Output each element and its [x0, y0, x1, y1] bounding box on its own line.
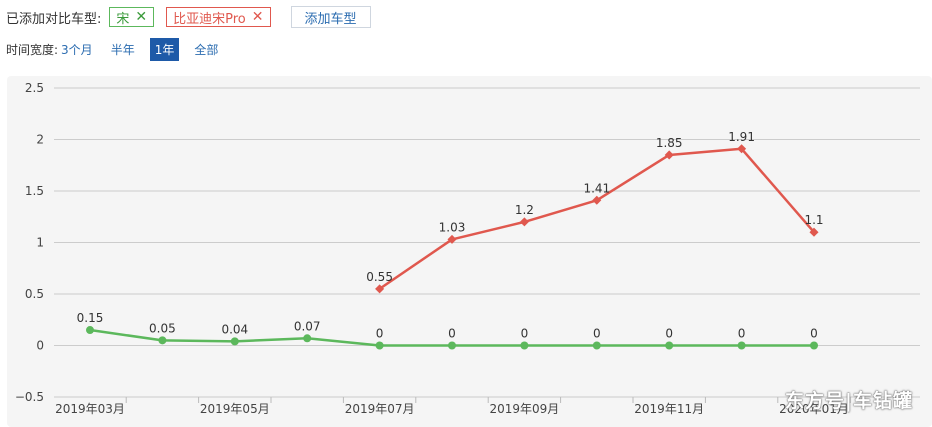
- data-label: 0: [448, 327, 456, 341]
- data-label: 1.03: [439, 220, 466, 234]
- y-tick-label: −0.5: [15, 390, 44, 404]
- y-tick-label: 2: [36, 133, 44, 147]
- x-tick-label: 2019年05月: [200, 402, 270, 416]
- line-chart: 2.5 2 1.5 1 0.5 0 −0.5 2019年03月 2019年05月 2019年07月…: [15, 81, 920, 416]
- data-label: 0: [593, 327, 601, 341]
- data-point: [665, 341, 674, 350]
- data-point: [230, 337, 239, 346]
- data-label: 0.55: [366, 270, 393, 284]
- data-point: [375, 341, 384, 350]
- data-label: 1.41: [583, 181, 610, 195]
- y-tick-label: 2.5: [25, 81, 44, 95]
- data-point: [592, 341, 601, 350]
- data-label: 1.91: [728, 130, 755, 144]
- data-point: [519, 217, 529, 227]
- data-label: 0: [665, 327, 673, 341]
- y-tick-label: 1: [36, 236, 44, 250]
- data-point: [303, 334, 312, 343]
- data-label: 0: [810, 327, 818, 341]
- data-point: [810, 341, 818, 350]
- data-label: 0: [521, 327, 529, 341]
- data-label: 0.07: [294, 319, 321, 333]
- data-label: 1.85: [656, 136, 683, 150]
- watermark: 东方号|车钻罐: [785, 390, 913, 412]
- x-tick-label: 2019年03月: [55, 402, 125, 416]
- data-label: 1.1: [804, 213, 823, 227]
- data-point: [86, 326, 94, 335]
- x-tick-label: 2019年11月: [634, 402, 704, 416]
- data-point: [520, 341, 529, 350]
- y-tick-label: 0: [36, 339, 44, 353]
- y-tick-label: 0.5: [25, 287, 44, 301]
- data-point: [448, 341, 456, 350]
- data-label: 0.15: [77, 311, 104, 325]
- data-point: [737, 341, 746, 350]
- data-label: 0: [738, 327, 746, 341]
- series-line: [378, 147, 815, 290]
- data-label: 0: [376, 327, 384, 341]
- x-tick-label: 2019年07月: [345, 402, 415, 416]
- data-label: 0.04: [221, 322, 248, 336]
- data-point: [158, 336, 167, 345]
- y-tick-label: 1.5: [25, 184, 44, 198]
- x-tick-label: 2019年09月: [489, 402, 559, 416]
- data-label: 0.05: [149, 321, 176, 335]
- data-label: 1.2: [515, 203, 534, 217]
